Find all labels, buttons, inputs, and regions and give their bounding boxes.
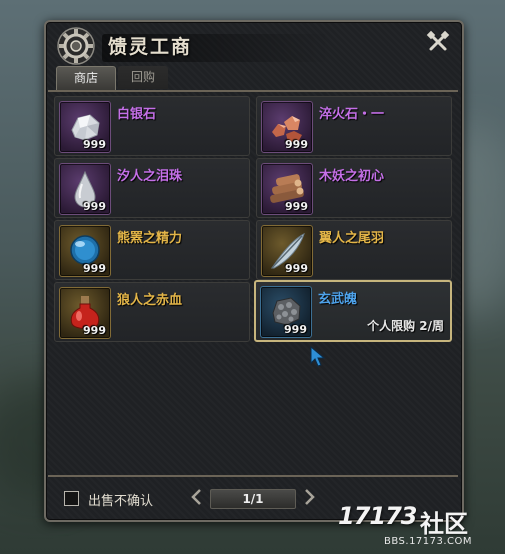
mouse-cursor-icon <box>310 346 326 367</box>
site-watermark: 17173 社区 BBS.17173.COM <box>338 502 503 552</box>
item-count: 999 <box>285 200 308 213</box>
close-icon[interactable] <box>426 30 450 54</box>
item-count: 999 <box>284 323 307 336</box>
item-count: 999 <box>285 262 308 275</box>
item-name: 翼人之尾羽 <box>319 231 385 246</box>
item-icon-frame: 999 <box>59 287 111 339</box>
item-name: 木妖之初心 <box>319 169 385 184</box>
chevron-right-icon[interactable] <box>302 488 316 506</box>
item-icon-frame: 999 <box>261 101 313 153</box>
item-slot[interactable]: 999 白银石 <box>54 96 250 156</box>
item-name: 淬火石・一 <box>319 107 385 122</box>
item-name: 玄武魄 <box>318 292 358 307</box>
item-icon-frame: 999 <box>59 101 111 153</box>
item-slot[interactable]: 999 淬火石・一 <box>256 96 452 156</box>
tab-shop[interactable]: 商店 <box>56 66 116 90</box>
item-slot[interactable]: 999 狼人之赤血 <box>54 282 250 342</box>
watermark-url: BBS.17173.COM <box>384 536 473 547</box>
item-count: 999 <box>83 200 106 213</box>
item-icon-frame: 999 <box>261 163 313 215</box>
item-name: 汐人之泪珠 <box>117 169 183 184</box>
tab-buyback[interactable]: 回购 <box>118 66 168 89</box>
sell-no-confirm-checkbox[interactable] <box>64 491 79 506</box>
item-icon-frame: 999 <box>59 225 111 277</box>
item-icon-frame: 999 <box>261 225 313 277</box>
item-slot[interactable]: 999 木妖之初心 <box>256 158 452 218</box>
item-count: 999 <box>285 138 308 151</box>
watermark-name: 社区 <box>420 510 468 538</box>
window-title: 馈灵工商 <box>108 36 193 58</box>
item-name: 狼人之赤血 <box>117 293 183 308</box>
item-slot[interactable]: 999 翼人之尾羽 <box>256 220 452 280</box>
page-indicator: 1/1 <box>210 489 296 509</box>
watermark-logo: 17173 <box>338 502 417 530</box>
item-count: 999 <box>83 324 106 337</box>
item-count: 999 <box>83 138 106 151</box>
divider <box>48 475 458 477</box>
divider <box>48 90 458 92</box>
item-slot-selected[interactable]: 999 玄武魄 个人限购 2/周 <box>254 280 452 342</box>
title-bar[interactable]: 馈灵工商 <box>46 22 462 70</box>
item-icon-frame: 999 <box>59 163 111 215</box>
chevron-left-icon[interactable] <box>190 488 204 506</box>
item-count: 999 <box>83 262 106 275</box>
checkbox-label: 出售不确认 <box>88 494 154 509</box>
item-name: 熊罴之精力 <box>117 231 183 246</box>
vendor-window: 馈灵工商 商店 回购 999 白银石 999 淬火石・一 999 汐人之泪珠 9… <box>44 20 464 522</box>
purchase-limit: 个人限购 2/周 <box>367 319 444 333</box>
item-slot[interactable]: 999 熊罴之精力 <box>54 220 250 280</box>
item-icon-frame: 999 <box>260 286 312 338</box>
item-slot[interactable]: 999 汐人之泪珠 <box>54 158 250 218</box>
item-name: 白银石 <box>117 107 157 122</box>
gear-icon <box>57 27 95 65</box>
